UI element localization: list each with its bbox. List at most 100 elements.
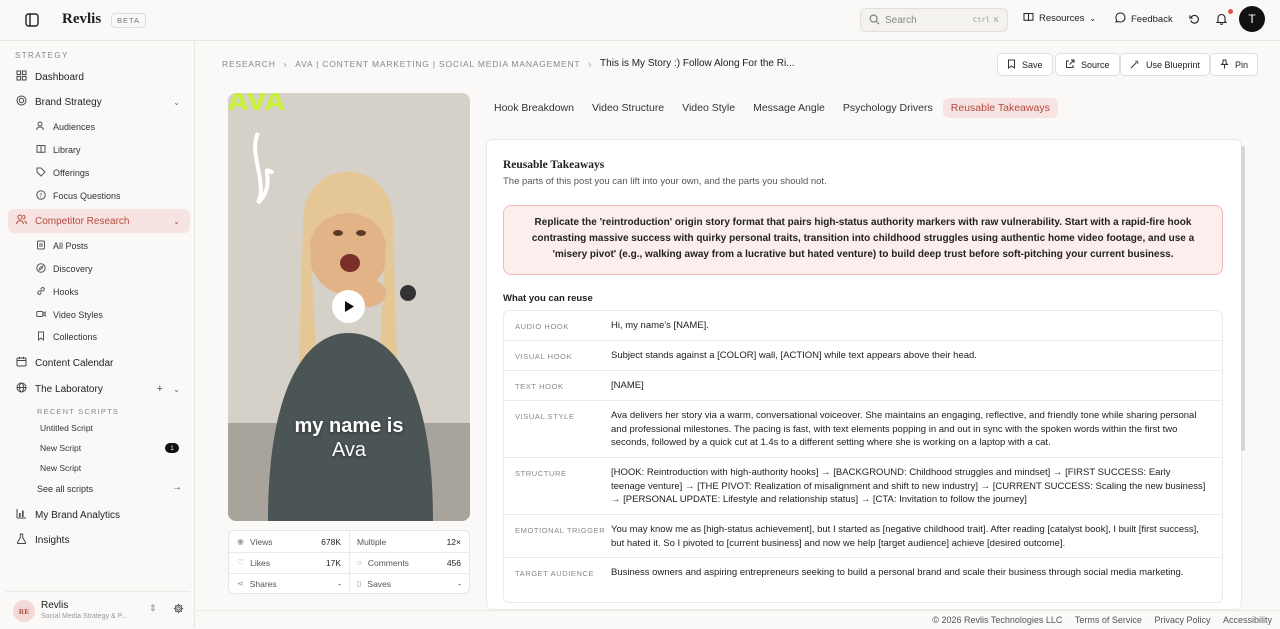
chevron-updown-icon[interactable]: ⇕ (149, 603, 157, 614)
plus-icon[interactable]: + (157, 383, 163, 395)
workspace-avatar: RE (13, 600, 35, 622)
tab-message-angle[interactable]: Message Angle (745, 98, 833, 118)
sidebar-toggle-icon[interactable] (24, 12, 40, 28)
breadcrumb-research[interactable]: RESEARCH (222, 59, 276, 69)
sidebar-item-label: Insights (35, 534, 70, 546)
footer-privacy-link[interactable]: Privacy Policy (1154, 615, 1210, 625)
feedback-label: Feedback (1131, 13, 1173, 25)
footer-accessibility-link[interactable]: Accessibility (1223, 615, 1272, 625)
search-icon (869, 14, 880, 28)
stat-comments: ○ Comments 456 (357, 557, 461, 568)
see-all-label: See all scripts (37, 484, 94, 494)
search-placeholder: Search (885, 15, 917, 26)
row-key: VISUAL STYLE (515, 412, 575, 421)
history-icon[interactable] (1189, 14, 1200, 28)
notification-dot (1228, 9, 1233, 14)
row-value: [HOOK: Reintroduction with high-authorit… (611, 467, 1206, 505)
feedback-button[interactable]: Feedback (1115, 12, 1173, 26)
post-stats: ◉ Views 678K Multiple 12× ♡ Likes 17K ○ Commen… (228, 530, 470, 594)
row-value: Business owners and aspiring entrepreneu… (611, 567, 1184, 578)
blueprint-label: Use Blueprint (1146, 59, 1201, 70)
recent-script-item[interactable]: New Script (40, 463, 81, 473)
row-value: [NAME] (611, 380, 644, 391)
sidebar-item-collections[interactable]: Collections (36, 327, 97, 347)
sidebar-item-laboratory[interactable]: The Laboratory + ⌄ (8, 377, 190, 401)
resources-button[interactable]: Resources ⌄ (1023, 12, 1096, 25)
sidebar-item-label: Focus Questions (53, 191, 121, 201)
beta-badge: BETA (111, 13, 147, 28)
sidebar-item-label: My Brand Analytics (35, 509, 121, 521)
search-input[interactable]: Search Ctrl K (860, 8, 1008, 32)
row-value: Hi, my name's [NAME]. (611, 320, 709, 331)
row-key: TEXT HOOK (515, 382, 564, 391)
chevron-down-icon[interactable]: ⌄ (173, 98, 180, 107)
chat-icon (1115, 12, 1126, 26)
panel-scrollbar[interactable] (1241, 146, 1245, 451)
sidebar-item-dashboard[interactable]: Dashboard (8, 65, 190, 89)
tab-video-style[interactable]: Video Style (674, 98, 743, 118)
tab-reusable-takeaways[interactable]: Reusable Takeaways (942, 98, 1058, 118)
sidebar-item-offerings[interactable]: Offerings (36, 163, 89, 183)
bar-chart-icon (16, 508, 27, 522)
tab-hook-breakdown[interactable]: Hook Breakdown (486, 98, 582, 118)
users-icon (36, 121, 46, 133)
sidebar-item-library[interactable]: Library (36, 140, 81, 160)
sidebar-item-video-styles[interactable]: Video Styles (36, 305, 103, 325)
stat-likes: ♡ Likes 17K (237, 557, 341, 568)
target-icon (16, 95, 27, 109)
pin-button[interactable]: Pin (1210, 53, 1259, 76)
footer-terms-link[interactable]: Terms of Service (1075, 615, 1142, 625)
user-avatar[interactable]: T (1239, 6, 1265, 32)
sidebar-item-insights[interactable]: Insights (8, 528, 190, 552)
sidebar-item-analytics[interactable]: My Brand Analytics (8, 503, 190, 527)
see-all-scripts-link[interactable]: See all scripts (37, 479, 93, 499)
table-row: TEXT HOOK [NAME] (504, 371, 1222, 401)
stat-views: ◉ Views 678K (237, 536, 341, 547)
recent-script-item[interactable]: Untitled Script (40, 423, 93, 433)
use-blueprint-button[interactable]: Use Blueprint (1120, 53, 1211, 76)
external-link-icon (1065, 59, 1075, 71)
workspace-name: Revlis (41, 600, 69, 611)
bell-icon[interactable] (1215, 13, 1228, 28)
table-row: EMOTIONAL TRIGGER You may know me as [hig… (504, 515, 1222, 558)
workspace-switcher[interactable]: RE Revlis Social Media Strategy & P... ⇕ (5, 591, 190, 625)
source-button[interactable]: Source (1055, 53, 1120, 76)
arrow-right-icon[interactable]: → (172, 482, 182, 493)
sidebar-item-label: Competitor Research (35, 215, 130, 227)
stat-saves: ▯ Saves - (357, 578, 461, 589)
save-label: Save (1022, 59, 1043, 70)
reuse-table: AUDIO HOOK Hi, my name's [NAME]. VISUAL H… (503, 310, 1223, 603)
recent-script-item[interactable]: New Script (40, 443, 81, 453)
video-player[interactable]: AVA my name is Ava (228, 93, 470, 521)
sidebar-item-all-posts[interactable]: All Posts (36, 236, 88, 256)
tag-icon (36, 167, 46, 179)
bookmark-icon: ▯ (357, 579, 362, 588)
tab-video-structure[interactable]: Video Structure (584, 98, 672, 118)
sidebar-item-focus-questions[interactable]: ? Focus Questions (36, 186, 121, 206)
sidebar-item-content-calendar[interactable]: Content Calendar (8, 351, 190, 375)
sidebar-item-discovery[interactable]: Discovery (36, 259, 93, 279)
pin-icon (1220, 59, 1229, 71)
chevron-down-icon[interactable]: ⌄ (173, 385, 180, 394)
sidebar-item-label: Collections (53, 332, 98, 342)
row-key: STRUCTURE (515, 469, 567, 478)
tab-psychology-drivers[interactable]: Psychology Drivers (835, 98, 941, 118)
breadcrumb-account[interactable]: AVA | CONTENT MARKETING | SOCIAL MEDIA M… (295, 59, 580, 69)
sidebar-item-competitor-research[interactable]: Competitor Research ⌄ (8, 209, 190, 233)
sidebar-item-audiences[interactable]: Audiences (36, 117, 95, 137)
sidebar-item-label: All Posts (53, 241, 89, 251)
row-value: Ava delivers her story via a warm, conve… (611, 410, 1197, 448)
chevron-down-icon: ⌄ (1089, 14, 1097, 23)
save-button[interactable]: Save (997, 53, 1053, 76)
sidebar-item-hooks[interactable]: Hooks (36, 282, 79, 302)
calendar-icon (16, 356, 27, 370)
wand-icon (1130, 59, 1140, 71)
panel-title: Reusable Takeaways (503, 159, 605, 171)
sidebar-item-brand-strategy[interactable]: Brand Strategy ⌄ (8, 90, 190, 114)
analysis-tabs: Hook Breakdown Video Structure Video Sty… (486, 98, 1060, 118)
unread-badge: 1 (165, 443, 179, 453)
brand-logo[interactable]: Revlis (62, 11, 101, 28)
chevron-down-icon[interactable]: ⌄ (173, 217, 180, 226)
gear-icon[interactable] (173, 603, 184, 617)
play-icon[interactable] (332, 290, 365, 323)
